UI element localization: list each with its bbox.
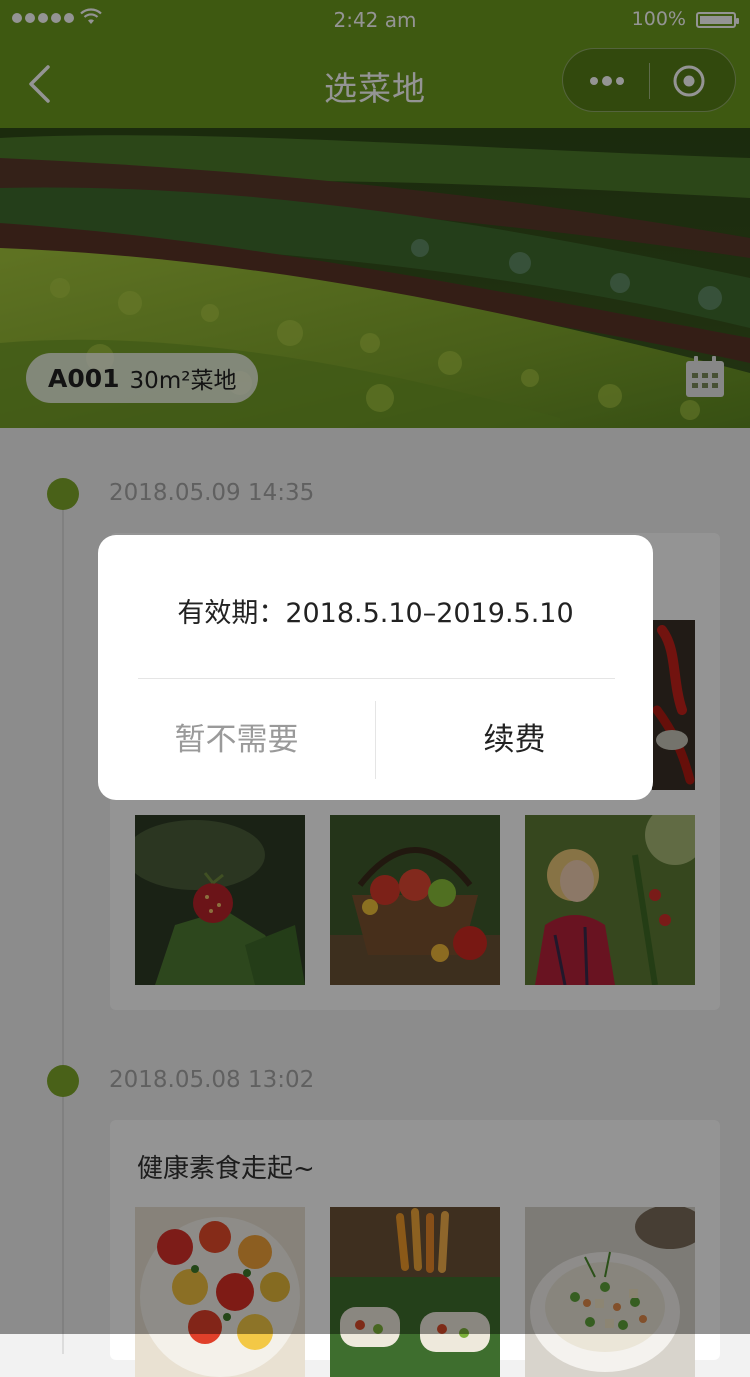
dialog-divider [138,678,615,679]
renew-button[interactable]: 续费 [376,701,653,779]
not-now-button[interactable]: 暂不需要 [98,701,375,779]
renewal-dialog: 有效期：2018.5.10–2019.5.10 暂不需要 续费 [98,535,653,800]
validity-period: 有效期：2018.5.10–2019.5.10 [177,598,574,629]
